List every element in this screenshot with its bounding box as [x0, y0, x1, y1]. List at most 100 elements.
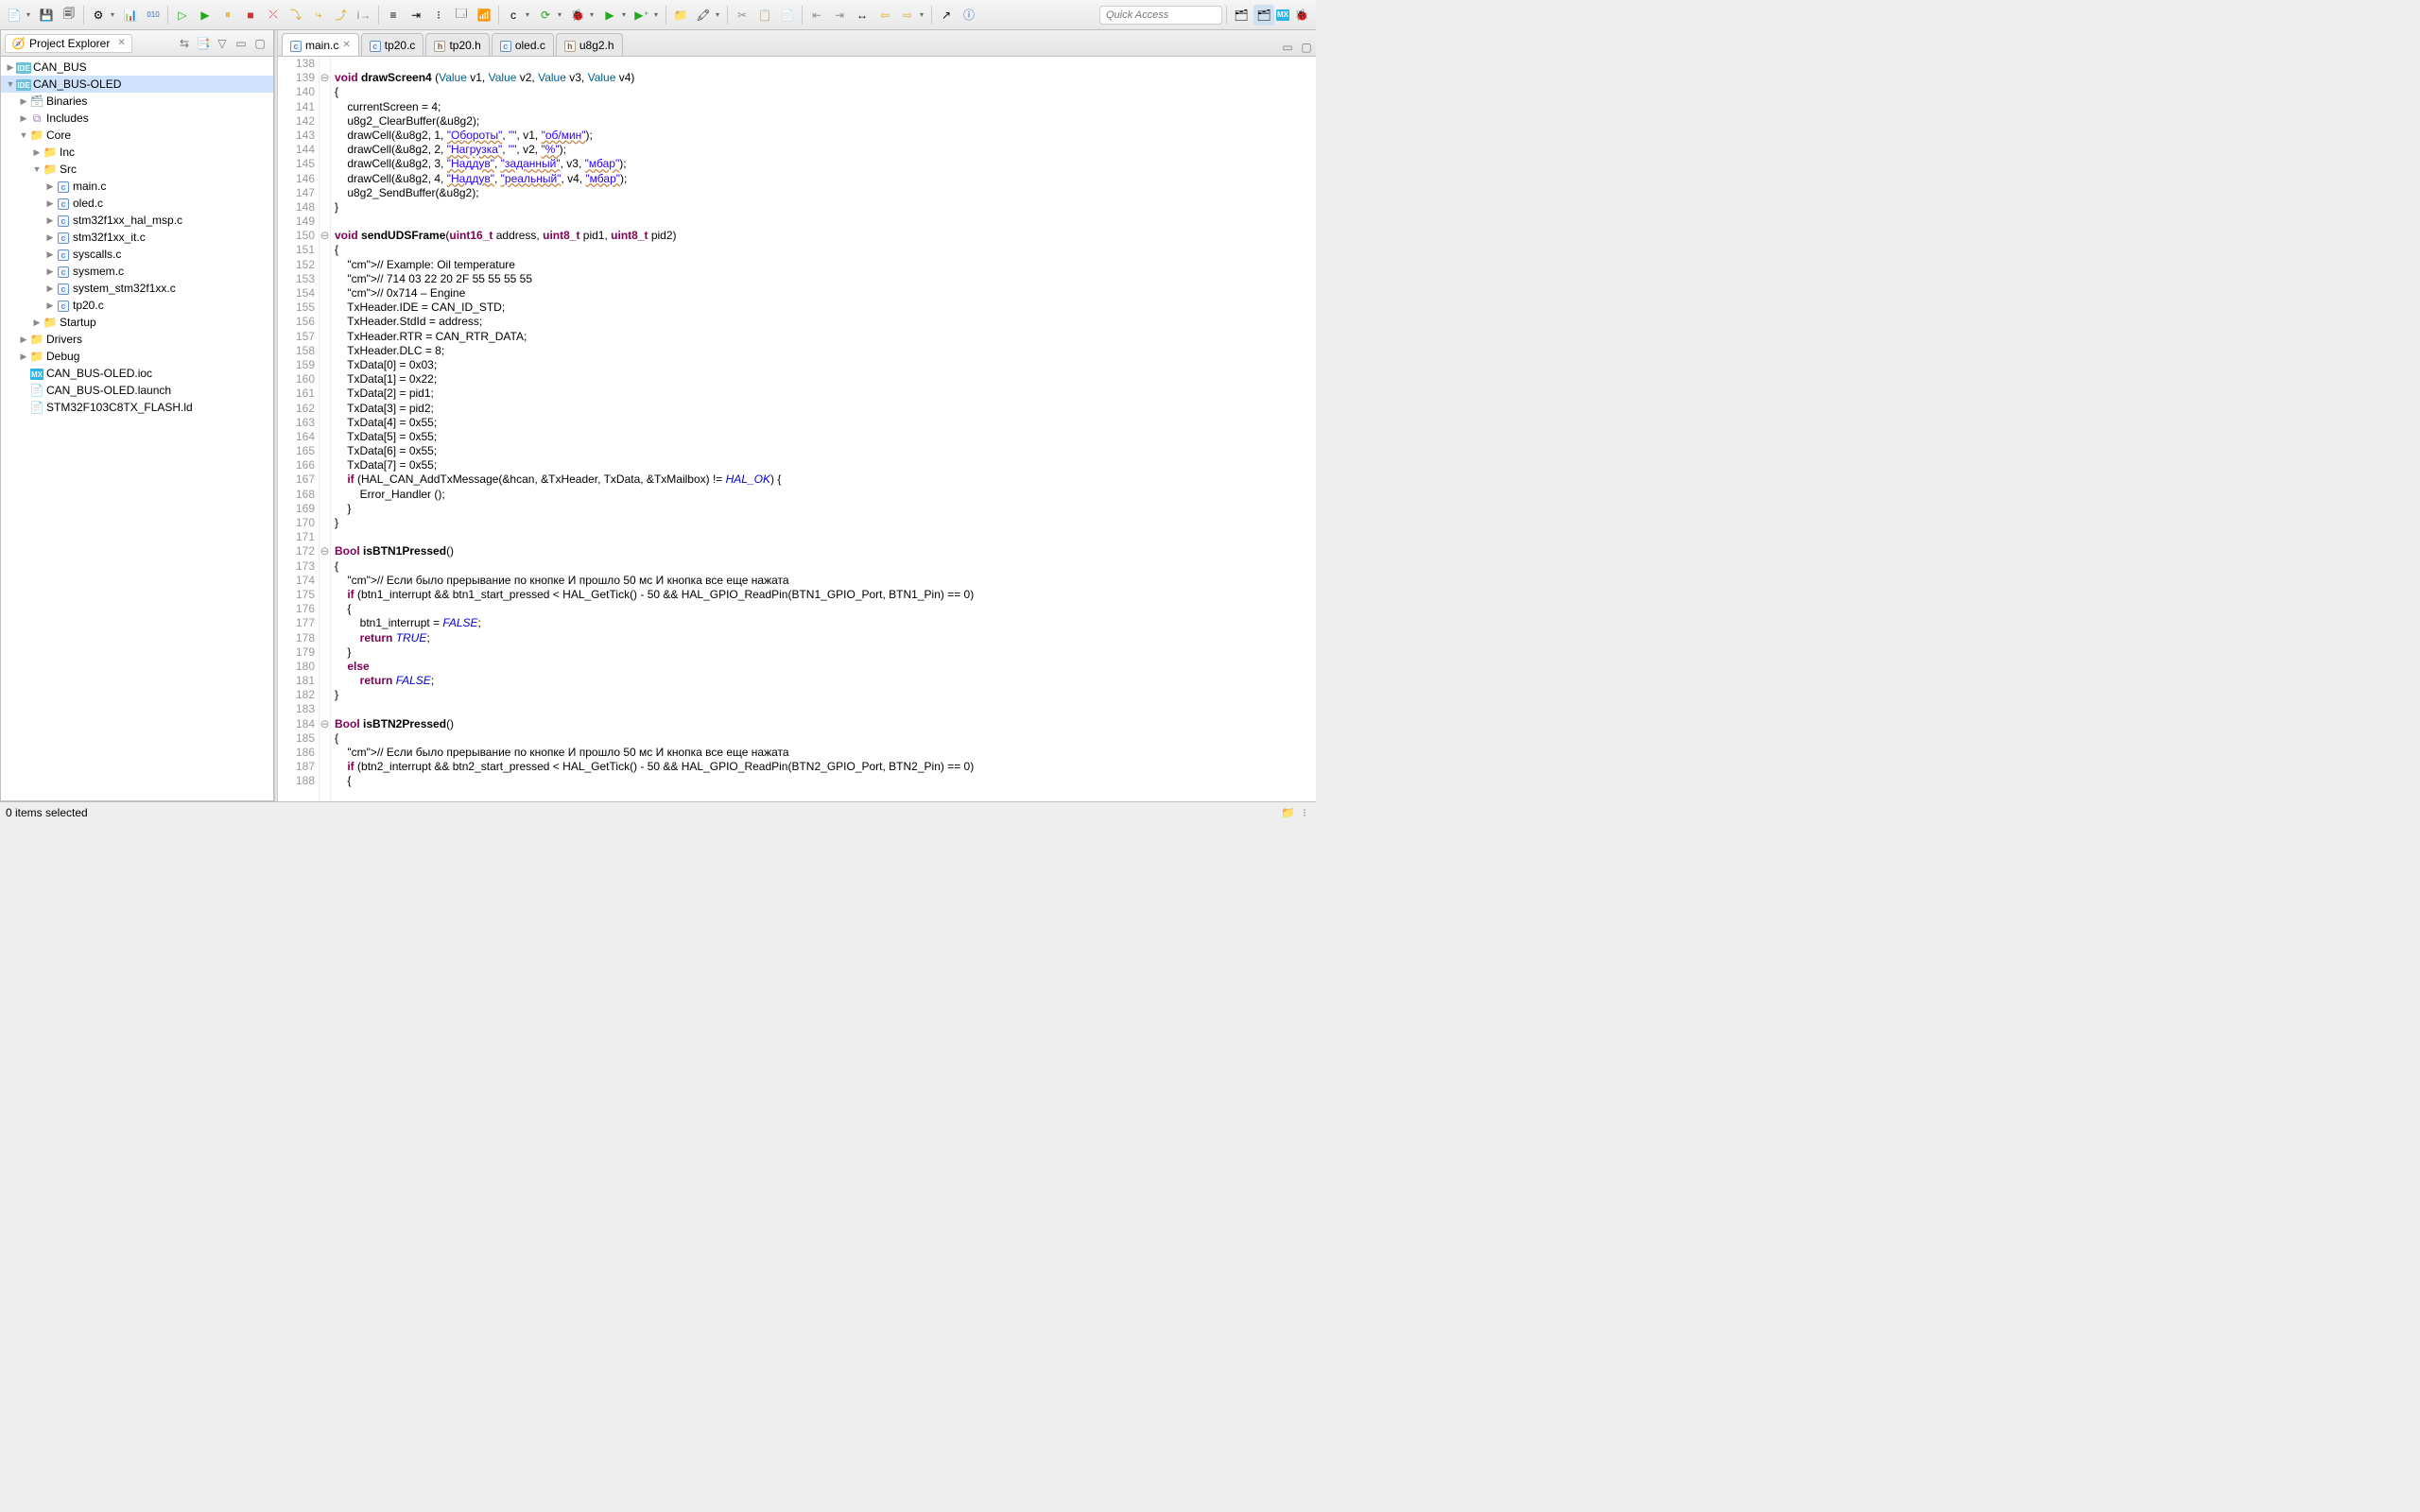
expand-arrow-icon[interactable]: ▶: [44, 232, 56, 243]
expand-arrow-icon[interactable]: ▼: [31, 164, 43, 174]
tree-row[interactable]: ▶📁Inc: [1, 144, 273, 161]
view-menu-button[interactable]: ▽: [214, 35, 231, 52]
new-button[interactable]: 📄: [4, 5, 25, 26]
hex-button[interactable]: 010: [143, 5, 164, 26]
forward-button[interactable]: ⇨: [897, 5, 918, 26]
editor-tab[interactable]: htp20.h: [425, 33, 489, 56]
tree-row[interactable]: ▶cmain.c: [1, 178, 273, 195]
filter-button[interactable]: 📑: [195, 35, 212, 52]
editor-tab[interactable]: cmain.c✕: [282, 33, 359, 56]
expand-arrow-icon[interactable]: ▶: [5, 62, 16, 73]
link-editor-button[interactable]: ⇆: [176, 35, 193, 52]
tree-row[interactable]: ▶csyscalls.c: [1, 246, 273, 263]
editor-tab[interactable]: coled.c: [492, 33, 554, 56]
expand-arrow-icon[interactable]: ▶: [44, 215, 56, 226]
nav1-button[interactable]: ⇤: [806, 5, 827, 26]
tree-row[interactable]: ▶IDECAN_BUS: [1, 59, 273, 76]
tree-row[interactable]: ▶📁Debug: [1, 348, 273, 365]
copy-button[interactable]: 📋: [754, 5, 775, 26]
back-button[interactable]: ⇦: [874, 5, 895, 26]
trace-button[interactable]: 📊: [120, 5, 141, 26]
cmd1-button[interactable]: ≡: [383, 5, 404, 26]
close-icon[interactable]: ✕: [117, 38, 125, 48]
expand-arrow-icon[interactable]: ▶: [18, 352, 29, 362]
explorer-tab[interactable]: 🧭 Project Explorer ✕: [5, 34, 132, 53]
cmd3-button[interactable]: ⁝: [428, 5, 449, 26]
stop-button[interactable]: ■: [240, 5, 261, 26]
editor-maximize-button[interactable]: ▢: [1298, 39, 1315, 56]
info-button[interactable]: ⓘ: [959, 5, 979, 26]
expand-arrow-icon[interactable]: ▼: [5, 79, 16, 89]
expand-arrow-icon[interactable]: ▶: [44, 284, 56, 294]
paste-button[interactable]: 📄: [777, 5, 798, 26]
config-button[interactable]: ⚙: [88, 5, 109, 26]
persp-mx-button[interactable]: MX: [1276, 9, 1289, 21]
highlight-button[interactable]: 🖍: [693, 5, 714, 26]
nav3-button[interactable]: ↔: [852, 5, 873, 26]
code-body[interactable]: void drawScreen4 (Value v1, Value v2, Va…: [331, 57, 1316, 801]
pause-button[interactable]: ⏸: [217, 5, 238, 26]
expand-arrow-icon[interactable]: ▶: [31, 147, 43, 158]
code-editor[interactable]: 1381391401411421431441451461471481491501…: [278, 57, 1316, 801]
disconnect-button[interactable]: ⤫: [263, 5, 284, 26]
run-button[interactable]: ▶: [195, 5, 216, 26]
resume-button[interactable]: ▷: [172, 5, 193, 26]
tree-row[interactable]: ▶📁Startup: [1, 314, 273, 331]
expand-arrow-icon[interactable]: ▶: [44, 181, 56, 192]
editor-tab[interactable]: ctp20.c: [361, 33, 424, 56]
cmd5-button[interactable]: 📶: [474, 5, 494, 26]
tree-row[interactable]: ▼📁Src: [1, 161, 273, 178]
persp1-button[interactable]: 🗂: [1231, 5, 1252, 26]
tree-row[interactable]: ▼IDECAN_BUS-OLED: [1, 76, 273, 93]
save-all-button[interactable]: 🗐: [59, 5, 79, 26]
expand-arrow-icon[interactable]: ▶: [44, 198, 56, 209]
step-over-button[interactable]: ⤷: [308, 5, 329, 26]
close-icon[interactable]: ✕: [342, 40, 350, 50]
expand-arrow-icon[interactable]: ▶: [44, 266, 56, 277]
refresh-button[interactable]: ⟳: [535, 5, 556, 26]
expand-arrow-icon[interactable]: ▶: [18, 335, 29, 345]
expand-arrow-icon[interactable]: ▶: [31, 318, 43, 328]
status-icon-2[interactable]: ⁝: [1303, 806, 1306, 819]
debug-persp-button[interactable]: 🐞: [1291, 5, 1312, 26]
tree-row[interactable]: ▶coled.c: [1, 195, 273, 212]
expand-arrow-icon[interactable]: ▶: [44, 301, 56, 311]
cut-button[interactable]: ✂: [732, 5, 752, 26]
tree-row[interactable]: ▶⧉Includes: [1, 110, 273, 127]
editor-tab[interactable]: hu8g2.h: [556, 33, 623, 56]
new-folder-button[interactable]: 📁: [670, 5, 691, 26]
tree-row[interactable]: ▶ctp20.c: [1, 297, 273, 314]
nav2-button[interactable]: ⇥: [829, 5, 850, 26]
debug-button[interactable]: 🐞: [567, 5, 588, 26]
project-tree[interactable]: ▶IDECAN_BUS▼IDECAN_BUS-OLED▶🗃Binaries▶⧉I…: [1, 57, 273, 800]
tree-row[interactable]: 📄STM32F103C8TX_FLASH.ld: [1, 399, 273, 416]
quick-access-input[interactable]: [1099, 6, 1222, 25]
instr-step-button[interactable]: i→: [354, 5, 374, 26]
editor-minimize-button[interactable]: ▭: [1279, 39, 1296, 56]
tree-row[interactable]: ▶cstm32f1xx_hal_msp.c: [1, 212, 273, 229]
persp2-button[interactable]: 🗂: [1253, 5, 1274, 26]
ext-tools-button[interactable]: ▶⁺: [631, 5, 652, 26]
save-button[interactable]: 💾: [36, 5, 57, 26]
tree-row[interactable]: ▶cstm32f1xx_it.c: [1, 229, 273, 246]
expand-arrow-icon[interactable]: ▶: [18, 96, 29, 107]
expand-arrow-icon[interactable]: ▶: [18, 113, 29, 124]
expand-arrow-icon[interactable]: ▼: [18, 130, 29, 140]
cmd4-button[interactable]: 🗔: [451, 5, 472, 26]
tree-row[interactable]: 📄CAN_BUS-OLED.launch: [1, 382, 273, 399]
tree-row[interactable]: ▼📁Core: [1, 127, 273, 144]
status-icon-1[interactable]: 📁: [1281, 806, 1295, 819]
tree-row[interactable]: ▶🗃Binaries: [1, 93, 273, 110]
tree-row[interactable]: ▶csystem_stm32f1xx.c: [1, 280, 273, 297]
cmd2-button[interactable]: ⇥: [406, 5, 426, 26]
minimize-button[interactable]: ▭: [233, 35, 250, 52]
step-into-button[interactable]: ⤵: [285, 5, 306, 26]
line-gutter[interactable]: 1381391401411421431441451461471481491501…: [278, 57, 320, 801]
expand-arrow-icon[interactable]: ▶: [44, 249, 56, 260]
tree-row[interactable]: ▶csysmem.c: [1, 263, 273, 280]
new-c-button[interactable]: c: [503, 5, 524, 26]
maximize-button[interactable]: ▢: [251, 35, 268, 52]
run2-button[interactable]: ▶: [599, 5, 620, 26]
fold-column[interactable]: ⊖⊖⊖⊖: [320, 57, 331, 801]
step-return-button[interactable]: ⤴: [331, 5, 352, 26]
